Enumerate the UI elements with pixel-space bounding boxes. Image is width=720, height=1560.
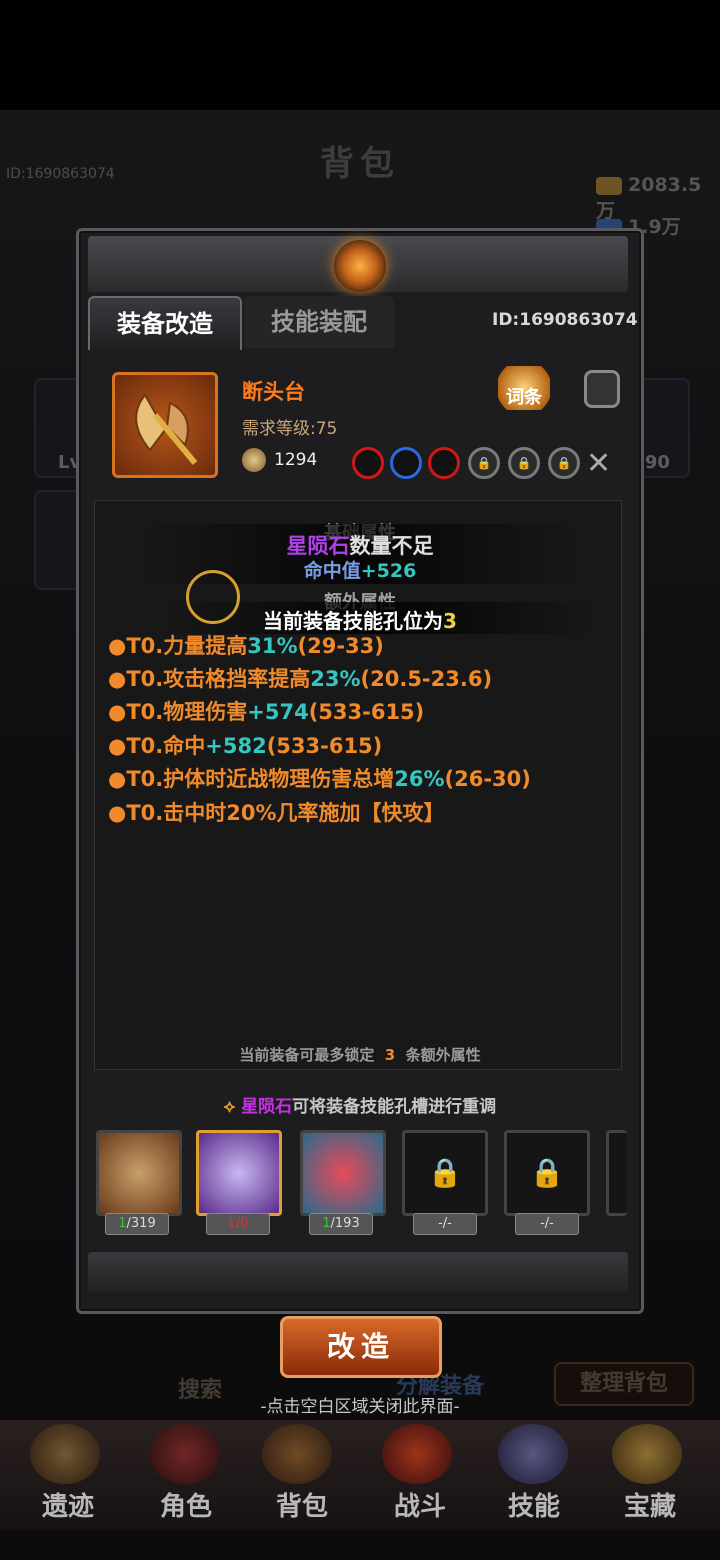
lock-limit-note: 当前装备可最多锁定 3 条额外属性 bbox=[239, 1046, 481, 1064]
dialog-player-id: ID:1690863074 bbox=[492, 310, 638, 330]
item-power: 1294 bbox=[274, 450, 318, 470]
extra-attr-6: ●T0.击中时20%几率施加【快攻】 bbox=[108, 801, 445, 825]
extra-attr-3: ●T0.物理伤害+574(533-615) bbox=[108, 700, 425, 724]
emblem-icon bbox=[334, 240, 386, 292]
axe-icon bbox=[135, 393, 198, 465]
warning-icon: ⟡ bbox=[223, 1097, 236, 1117]
nav-bag[interactable]: 背包 bbox=[252, 1486, 352, 1523]
material-slot-locked-1[interactable]: 🔒 bbox=[402, 1130, 488, 1216]
material-slot-partial[interactable] bbox=[606, 1130, 627, 1216]
tab-equipment-reforge[interactable]: 装备改造 bbox=[88, 296, 242, 350]
treasure-icon[interactable] bbox=[612, 1424, 682, 1484]
material-slot-star-meteorite[interactable] bbox=[196, 1130, 282, 1216]
axe-item-icon[interactable] bbox=[112, 372, 218, 478]
reforge-button[interactable]: 改造 bbox=[280, 1316, 442, 1378]
tap-indicator bbox=[186, 570, 240, 624]
tab-skill-assembly[interactable]: 技能装配 bbox=[244, 296, 394, 348]
material-slot-orb[interactable] bbox=[96, 1130, 182, 1216]
material-count-4: -/- bbox=[413, 1213, 477, 1235]
item-name: 断头台 bbox=[242, 380, 305, 404]
socket-locked-6[interactable]: 🔒 bbox=[548, 447, 580, 479]
material-count-3: 1/193 bbox=[309, 1213, 373, 1235]
item-lock-icon[interactable] bbox=[584, 370, 620, 408]
extra-attr-4: ●T0.命中+582(533-615) bbox=[108, 734, 383, 758]
extra-attr-5: ●T0.护体时近战物理伤害总增26%(26-30) bbox=[108, 767, 531, 791]
nav-character[interactable]: 角色 bbox=[136, 1486, 236, 1523]
bag-icon[interactable] bbox=[262, 1424, 332, 1484]
chained-lock-icon: 🔒 bbox=[427, 1156, 463, 1189]
dialog-footer-ornament bbox=[88, 1252, 628, 1292]
nav-treasure[interactable]: 宝藏 bbox=[600, 1486, 700, 1523]
socket-red-3[interactable] bbox=[428, 447, 460, 479]
close-hint: -点击空白区域关闭此界面- bbox=[260, 1397, 460, 1417]
base-attribute-line: 命中值+526 bbox=[303, 560, 417, 582]
lock-icon: 🔒 bbox=[476, 456, 492, 470]
character-icon[interactable] bbox=[150, 1424, 220, 1484]
material-count-1: 1/319 bbox=[105, 1213, 169, 1235]
material-count-2: 1/0 bbox=[206, 1213, 270, 1235]
socket-blue-2[interactable] bbox=[390, 447, 422, 479]
crossed-swords-icon[interactable]: ✕ bbox=[586, 446, 611, 481]
reforge-hint: ⟡ 星陨石可将装备技能孔槽进行重调 bbox=[223, 1097, 497, 1117]
material-count-5: -/- bbox=[515, 1213, 579, 1235]
nav-relic[interactable]: 遗迹 bbox=[18, 1486, 118, 1523]
socket-red-1[interactable] bbox=[352, 447, 384, 479]
affix-button[interactable]: 词条 bbox=[498, 366, 550, 410]
extra-attr-1: ●T0.力量提高31%(29-33) bbox=[108, 634, 384, 658]
nav-battle[interactable]: 战斗 bbox=[370, 1486, 470, 1523]
power-icon bbox=[242, 448, 266, 472]
lock-icon: 🔒 bbox=[516, 456, 532, 470]
material-slot-locked-2[interactable]: 🔒 bbox=[504, 1130, 590, 1216]
extra-attr-2: ●T0.攻击格挡率提高23%(20.5-23.6) bbox=[108, 667, 493, 691]
relic-icon[interactable] bbox=[30, 1424, 100, 1484]
lock-icon: 🔒 bbox=[556, 456, 572, 470]
skill-book-icon[interactable] bbox=[498, 1424, 568, 1484]
item-required-level: 需求等级:75 bbox=[242, 419, 338, 439]
material-slot-gem-ore[interactable] bbox=[300, 1130, 386, 1216]
chained-lock-icon: 🔒 bbox=[529, 1156, 565, 1189]
nav-skill[interactable]: 技能 bbox=[484, 1486, 584, 1523]
socket-locked-4[interactable]: 🔒 bbox=[468, 447, 500, 479]
socket-locked-5[interactable]: 🔒 bbox=[508, 447, 540, 479]
battle-icon[interactable] bbox=[382, 1424, 452, 1484]
